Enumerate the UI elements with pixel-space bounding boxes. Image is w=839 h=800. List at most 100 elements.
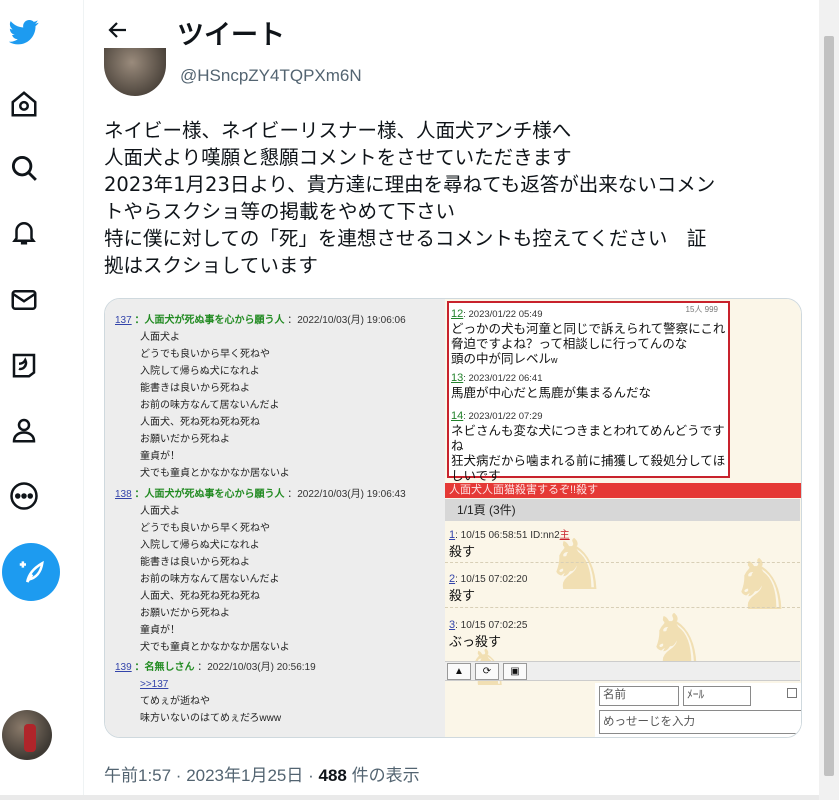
comment-post: 12: 2023/01/22 05:49 どっかの犬も河童と同じで訴えられて警察… xyxy=(451,307,725,368)
comment-date: : 2023/01/22 07:29 xyxy=(463,411,543,422)
image-icon: ▣ xyxy=(503,663,527,680)
compose-icon xyxy=(19,560,44,583)
comment-suffix: w xyxy=(551,355,558,365)
post-line: どうでも良いから早く死ねや xyxy=(140,523,270,534)
twitter-blue-icon[interactable] xyxy=(4,345,44,385)
back-button[interactable] xyxy=(102,14,134,46)
comment-line: 馬鹿が中心だと馬鹿が集まるんだな xyxy=(451,386,652,400)
post-line: お願いだから死ねよ xyxy=(140,608,230,619)
refresh-icon: ⟳ xyxy=(475,663,499,680)
chat-toolbar: ▲ ⟳ ▣ xyxy=(445,661,800,681)
post-date: ：2022/10/03(月) 20:56:19 xyxy=(197,662,316,673)
forum-post: 137 ：人面犬が死ぬ事を心から願う人 ：2022/10/03(月) 19:06… xyxy=(115,312,406,482)
tweet-line: 人面犬より嘆願と懇願コメントをさせていただきます xyxy=(104,146,572,169)
comment-line: しいです xyxy=(451,469,501,483)
message-field: めっせーじを入力 xyxy=(599,710,801,734)
twitter-logo-icon[interactable] xyxy=(4,12,44,52)
post-author: ：人面犬が死ぬ事を心から願う人 xyxy=(134,489,285,500)
post-line: 犬でも童貞とかなかなか居ないよ xyxy=(140,642,290,653)
post-line: 童貞が！ xyxy=(140,451,180,462)
post-line: 人面犬よ xyxy=(140,506,180,517)
compose-button[interactable] xyxy=(2,543,60,601)
chat-time: : 10/15 07:02:20 xyxy=(455,574,528,585)
post-line: てめぇが逝ねや xyxy=(140,696,210,707)
comment-line: 頭の中が同レベル xyxy=(451,352,552,366)
forum-post: 138 ：人面犬が死ぬ事を心から願う人 ：2022/10/03(月) 19:06… xyxy=(115,486,406,656)
tweet-header: ツイート xyxy=(84,0,819,60)
author-handle[interactable]: @HSncpZY4TQPXm6N xyxy=(180,66,362,86)
name-field: 名前 xyxy=(599,686,679,706)
bell-icon[interactable] xyxy=(4,212,44,252)
chat-post: 2: 10/15 07:02:20 殺す xyxy=(449,571,527,604)
post-number: 138 xyxy=(115,489,132,500)
tweet-meta: 午前1:57 · 2023年1月25日 · 488 件の表示 xyxy=(104,761,420,786)
comment-post: 13: 2023/01/22 06:41 馬鹿が中心だと馬鹿が集まるんだな xyxy=(451,371,651,401)
deer-pattern-icon: ♞ xyxy=(730,546,793,624)
post-line: 犬でも童貞とかなかなか居ないよ xyxy=(140,468,290,479)
account-avatar[interactable] xyxy=(2,710,52,760)
chat-time: : 10/15 07:02:25 xyxy=(455,620,528,631)
post-number: 137 xyxy=(115,315,132,326)
page-indicator: 1/1頁 (3件) xyxy=(445,499,800,521)
post-date: ：2022/10/03(月) 19:06:06 xyxy=(287,315,406,326)
post-line: 味方いないのはてめぇだろwww xyxy=(140,713,282,724)
highlighted-comments: 15人 999 12: 2023/01/22 05:49 どっかの犬も河童と同じ… xyxy=(447,301,730,483)
thread-title-bar: 人面犬人面猫殺害するぞ!!殺す xyxy=(445,483,801,498)
divider xyxy=(445,562,800,563)
scrollbar-thumb[interactable] xyxy=(824,36,834,776)
post-line: お願いだから死ねよ xyxy=(140,434,230,445)
home-icon[interactable] xyxy=(4,84,44,124)
comment-line: どっかの犬も河童と同じで訴えられて警察にこれ xyxy=(451,322,726,336)
post-line: お前の味方なんて居ないんだよ xyxy=(140,574,280,585)
post-line: 人面犬よ xyxy=(140,332,180,343)
post-line: 人面犬、死ね死ね死ね死ね xyxy=(140,591,260,602)
page-title: ツイート xyxy=(177,20,285,51)
post-line: 入院して帰らぬ犬になれよ xyxy=(140,540,260,551)
author-avatar[interactable] xyxy=(104,48,166,96)
chat-body: ぶっ殺す xyxy=(449,634,502,649)
mail-field: ﾒｰﾙ xyxy=(683,686,751,706)
chat-post: 1: 10/15 06:58:51 ID:nn2主 殺す xyxy=(449,527,570,560)
comment-line: ね xyxy=(451,439,464,453)
chat-body: 殺す xyxy=(449,588,476,603)
comment-number: 12 xyxy=(451,308,464,320)
post-number: 139 xyxy=(115,662,132,673)
search-icon[interactable] xyxy=(4,148,44,188)
chat-post: 3: 10/15 07:02:25 ぶっ殺す xyxy=(449,617,527,650)
tweet-line: トやらスクショ等の掲載をやめて下さい xyxy=(104,200,456,223)
tweet-text: ネイビー様、ネイビーリスナー様、人面犬アンチ様へ 人面犬より嘆願と懇願コメントを… xyxy=(104,117,809,279)
post-line: 人面犬、死ね死ね死ね死ね xyxy=(140,417,260,428)
tweet-media-image[interactable]: 137 ：人面犬が死ぬ事を心から願う人 ：2022/10/03(月) 19:06… xyxy=(104,298,802,738)
option-checkbox xyxy=(787,688,797,698)
tweet-line: 拠はスクショしています xyxy=(104,254,318,277)
post-line: 童貞が！ xyxy=(140,625,180,636)
comment-date: : 2023/01/22 05:49 xyxy=(463,309,543,320)
scroll-up-icon: ▲ xyxy=(447,663,471,680)
post-form: 名前 ﾒｰﾙ めっせーじを入力 xyxy=(595,683,801,737)
post-line: 能書きは良いから死ねよ xyxy=(140,557,250,568)
post-date: ：2022/10/03(月) 19:06:43 xyxy=(287,489,406,500)
back-arrow-icon xyxy=(108,22,126,38)
comment-line: 脅迫ですよね？って相談しに行ってんのな xyxy=(451,337,688,351)
post-line: どうでも良いから早く死ねや xyxy=(140,349,270,360)
more-icon[interactable] xyxy=(4,476,44,516)
chat-screenshot: ♞ ♞ ♞ ♞ 15人 999 12: 2023/01/22 05:49 どっか… xyxy=(445,299,801,737)
comment-line: ネビさんも変な犬につきまとわれてめんどうです xyxy=(451,424,725,438)
bottom-divider xyxy=(0,795,819,800)
view-label: 件の表示 xyxy=(346,766,420,785)
chat-time: : 10/15 06:58:51 ID:nn2 xyxy=(455,530,560,541)
mail-icon[interactable] xyxy=(4,280,44,320)
post-line: 入院して帰らぬ犬になれよ xyxy=(140,366,260,377)
tweet-timestamp[interactable]: 午前1:57 · 2023年1月25日 · xyxy=(104,766,318,785)
tweet-line: 特に僕に対しての「死」を連想させるコメントも控えてください 証 xyxy=(104,227,707,250)
forum-post: 139 ：名無しさん ：2022/10/03(月) 20:56:19 >>137… xyxy=(115,659,316,727)
comment-line: 狂犬病だから噛まれる前に捕獲して殺処分してほ xyxy=(451,454,726,468)
forum-screenshot: 137 ：人面犬が死ぬ事を心から願う人 ：2022/10/03(月) 19:06… xyxy=(105,299,445,737)
comment-number: 13 xyxy=(451,372,464,384)
post-line: 能書きは良いから死ねよ xyxy=(140,383,250,394)
tweet-line: ネイビー様、ネイビーリスナー様、人面犬アンチ様へ xyxy=(104,119,572,142)
comment-number: 14 xyxy=(451,410,464,422)
profile-icon[interactable] xyxy=(4,410,44,450)
view-count[interactable]: 488 xyxy=(318,766,346,785)
post-author: ：名無しさん xyxy=(134,662,195,673)
